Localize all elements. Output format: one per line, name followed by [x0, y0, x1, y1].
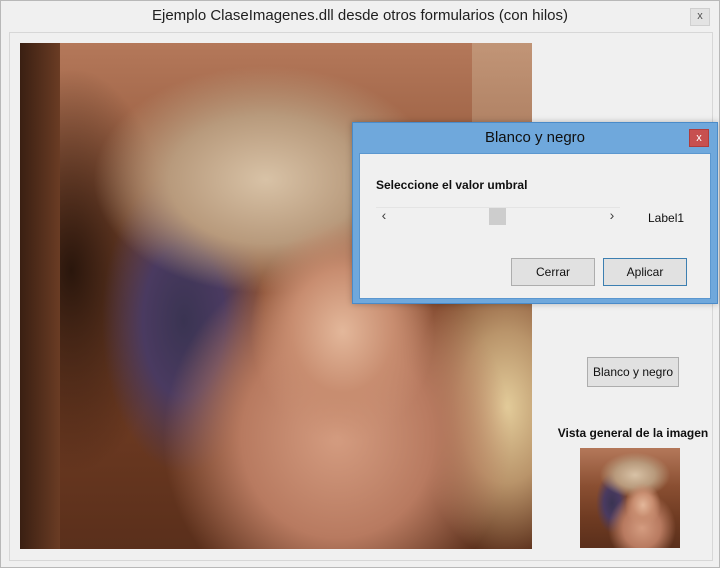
threshold-value-label: Label1: [648, 211, 685, 225]
scroll-left-arrow-icon[interactable]: ‹: [376, 207, 392, 225]
black-white-button[interactable]: Blanco y negro: [587, 357, 679, 387]
window-title: Ejemplo ClaseImagenes.dll desde otros fo…: [151, 7, 569, 24]
apply-button[interactable]: Aplicar: [603, 258, 687, 286]
main-titlebar[interactable]: Ejemplo ClaseImagenes.dll desde otros fo…: [1, 1, 719, 32]
dialog-close-icon[interactable]: x: [689, 129, 709, 147]
image-shade-left: [20, 43, 60, 549]
scroll-thumb[interactable]: [489, 208, 506, 225]
threshold-dialog: Blanco y negro x Seleccione el valor umb…: [352, 122, 718, 304]
dialog-title: Blanco y negro: [484, 129, 586, 146]
thumbnail-image: [580, 448, 680, 548]
overview-label: Vista general de la imagen: [557, 426, 709, 440]
threshold-label: Seleccione el valor umbral: [376, 178, 528, 192]
dialog-client: Seleccione el valor umbral ‹ › Label1 Ce…: [359, 153, 711, 299]
scroll-right-arrow-icon[interactable]: ›: [604, 207, 620, 225]
close-icon[interactable]: x: [690, 8, 710, 26]
threshold-scrollbar[interactable]: ‹ ›: [376, 207, 620, 225]
close-dialog-button[interactable]: Cerrar: [511, 258, 595, 286]
